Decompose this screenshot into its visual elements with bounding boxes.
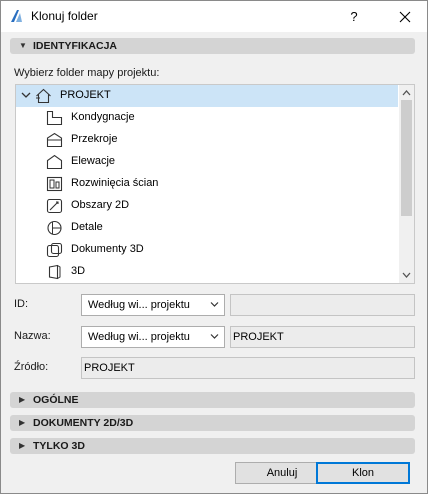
tree-label: Przekroje — [71, 133, 118, 145]
scroll-down-icon[interactable] — [401, 270, 412, 280]
tree-label: Kondygnacje — [71, 111, 135, 123]
close-icon[interactable] — [393, 5, 417, 29]
clone-button[interactable]: Klon — [316, 462, 410, 484]
name-mode-value: Według wi... projektu — [88, 331, 190, 343]
tree-row-projekt[interactable]: PROJEKT — [16, 85, 398, 107]
chevron-down-icon — [210, 302, 219, 307]
tree-label: Detale — [71, 221, 103, 233]
tree-row-kondygnacje[interactable]: Kondygnacje — [16, 107, 398, 129]
scroll-thumb[interactable] — [401, 100, 412, 216]
elevation-icon — [46, 154, 63, 170]
section-icon — [46, 132, 63, 148]
expand-triangle-icon: ▶ — [19, 441, 26, 450]
section-general-label: OGÓLNE — [33, 394, 79, 406]
house-icon — [36, 88, 51, 104]
folder-prompt-label: Wybierz folder mapy projektu: — [14, 67, 160, 79]
tree-row-obszary[interactable]: Obszary 2D — [16, 195, 398, 217]
worksheet-icon — [46, 198, 63, 214]
tree-row-dokumenty-3d[interactable]: Dokumenty 3D — [16, 239, 398, 261]
id-mode-dropdown[interactable]: Według wi... projektu — [81, 294, 225, 316]
archicad-app-icon — [11, 10, 22, 22]
section-only3d[interactable]: ▶ TYLKO 3D — [10, 438, 415, 454]
detail-icon — [47, 220, 62, 236]
chevron-down-icon — [210, 334, 219, 339]
title-bar: Klonuj folder ? — [1, 1, 427, 32]
tree-row-3d[interactable]: 3D — [16, 261, 398, 283]
project-map-tree[interactable]: PROJEKT Kondygnacje Przekroje Elewacje R… — [15, 84, 415, 284]
cancel-button[interactable]: Anuluj — [235, 462, 329, 484]
chevron-down-icon[interactable] — [21, 90, 31, 100]
window-title: Klonuj folder — [31, 9, 98, 23]
tree-label: Dokumenty 3D — [71, 243, 144, 255]
scroll-up-icon[interactable] — [401, 88, 412, 98]
section-docs[interactable]: ▶ DOKUMENTY 2D/3D — [10, 415, 415, 431]
tree-row-przekroje[interactable]: Przekroje — [16, 129, 398, 151]
name-label: Nazwa: — [14, 330, 51, 342]
interior-elevation-icon — [46, 176, 63, 192]
collapse-triangle-icon: ▼ — [19, 41, 27, 50]
source-field: PROJEKT — [81, 357, 415, 379]
tree-label: PROJEKT — [60, 89, 111, 101]
tree-row-elewacje[interactable]: Elewacje — [16, 151, 398, 173]
help-button[interactable]: ? — [344, 7, 364, 27]
document-3d-icon — [46, 242, 63, 258]
id-field[interactable] — [230, 294, 415, 316]
id-mode-value: Według wi... projektu — [88, 299, 190, 311]
section-identification[interactable]: ▼ IDENTYFIKACJA — [10, 38, 415, 54]
tree-row-rozwiniecia[interactable]: Rozwinięcia ścian — [16, 173, 398, 195]
3d-icon — [48, 264, 61, 280]
expand-triangle-icon: ▶ — [19, 395, 26, 404]
tree-row-detale[interactable]: Detale — [16, 217, 398, 239]
tree-label: Obszary 2D — [71, 199, 130, 211]
section-docs-label: DOKUMENTY 2D/3D — [33, 417, 134, 429]
id-label: ID: — [14, 298, 29, 310]
clone-folder-dialog: Klonuj folder ? ▼ IDENTYFIKACJA Wybierz … — [0, 0, 428, 494]
tree-label: Elewacje — [71, 155, 116, 167]
stories-icon — [46, 110, 63, 126]
section-general[interactable]: ▶ OGÓLNE — [10, 392, 415, 408]
section-identification-label: IDENTYFIKACJA — [33, 40, 118, 52]
expand-triangle-icon: ▶ — [19, 418, 26, 427]
section-only3d-label: TYLKO 3D — [33, 440, 85, 452]
tree-scrollbar[interactable] — [399, 85, 414, 283]
name-field[interactable]: PROJEKT — [230, 326, 415, 348]
tree-label: 3D — [71, 265, 86, 277]
source-label: Źródło: — [14, 361, 49, 373]
name-mode-dropdown[interactable]: Według wi... projektu — [81, 326, 225, 348]
tree-label: Rozwinięcia ścian — [71, 177, 159, 189]
